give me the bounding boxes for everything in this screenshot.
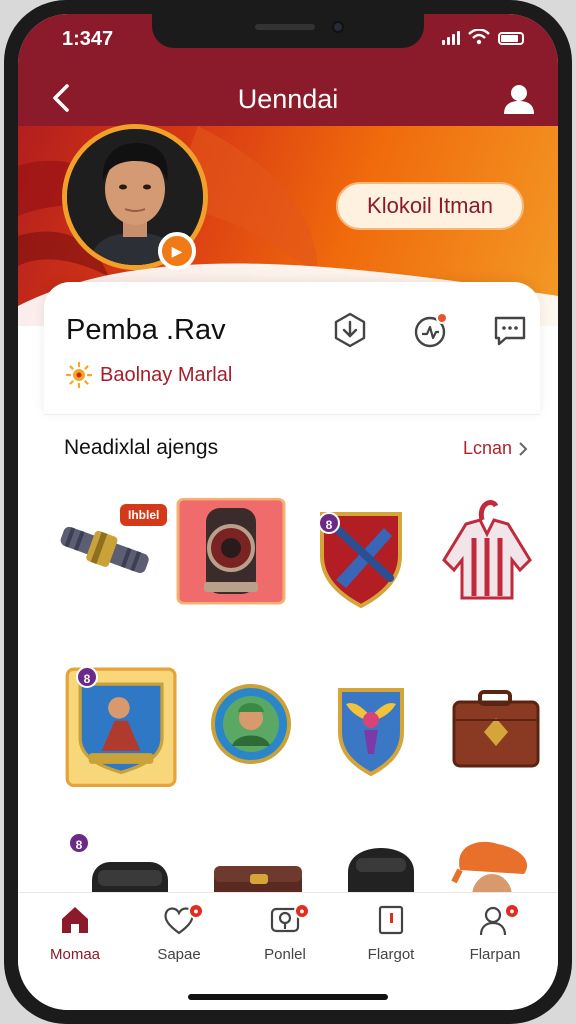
account-button[interactable] (502, 82, 536, 116)
nav-label: Sapae (157, 946, 201, 963)
user-icon (504, 85, 534, 114)
item-leather-chest[interactable] (440, 660, 550, 790)
page-title: Uenndai (237, 84, 339, 114)
item-dragon-shield[interactable]: 8 (306, 484, 416, 614)
cellular-signal-icon (442, 31, 460, 45)
speaker-grille (255, 24, 315, 30)
notifications-button[interactable] (410, 310, 450, 350)
notification-dot (436, 312, 448, 324)
app-screen: Uenndai Klokoil Itman ▶ 1:347 Pemba .Rav… (18, 14, 558, 1010)
item-mechanical-tube[interactable]: Ihblel (50, 484, 168, 614)
message-button[interactable] (490, 310, 530, 350)
nav-item-flags[interactable]: Flargot (346, 903, 436, 975)
nav-item-profile[interactable]: ● Flarpan (450, 903, 540, 975)
item-count-badge: 8 (76, 666, 98, 688)
view-all-link[interactable]: Lcnan (463, 438, 528, 459)
home-indicator[interactable] (188, 994, 388, 1000)
play-icon[interactable]: ▶ (158, 232, 196, 270)
profile-card: Pemba .Rav Baolnay Marlal (44, 282, 540, 414)
status-icons (442, 29, 524, 45)
nav-label: Flarpan (469, 946, 521, 963)
clock: 1:347 (62, 28, 114, 50)
item-armor-canister[interactable] (176, 484, 286, 614)
section-title: Neadixlal ajengs (64, 436, 219, 459)
banner-action-button[interactable]: Klokoil Itman (336, 182, 524, 230)
battery-icon (498, 32, 524, 45)
user-status: Baolnay Marlal (66, 362, 232, 388)
view-all-label: Lcnan (462, 438, 512, 458)
home-icon (62, 907, 88, 933)
nav-badge: ● (504, 903, 520, 919)
nav-item-home[interactable]: Momaa (30, 903, 120, 975)
nav-item-tools[interactable]: ● Ponlel (240, 903, 330, 975)
nav-label: Flargot (367, 946, 415, 963)
nav-item-favorites[interactable]: ● Sapae (134, 903, 224, 975)
sun-icon (66, 362, 92, 388)
item-count-badge: 8 (68, 832, 90, 854)
item-warrior-card[interactable]: 8 (60, 654, 180, 794)
nav-badge: ● (188, 903, 204, 919)
nav-badge: ● (294, 903, 310, 919)
camera-notch (152, 14, 424, 48)
status-bar: 1:347 (18, 14, 558, 60)
hexagon-badge-icon (334, 312, 366, 348)
camera-icon (332, 21, 344, 33)
wifi-icon (468, 29, 490, 45)
item-count-badge: 8 (318, 512, 340, 534)
chevron-right-icon (519, 441, 528, 456)
status-label: Baolnay Marlal (100, 363, 233, 386)
user-name: Pemba .Rav (66, 314, 226, 346)
item-red-jacket[interactable] (432, 484, 542, 614)
item-portrait-coin[interactable] (196, 660, 306, 790)
phone-frame: Uenndai Klokoil Itman ▶ 1:347 Pemba .Rav… (4, 0, 572, 1024)
flag-icon (378, 905, 404, 935)
nav-label: Momaa (49, 946, 101, 963)
item-winged-emblem[interactable] (316, 660, 426, 790)
chat-bubble-icon (494, 316, 526, 346)
profile-actions (330, 310, 530, 350)
achievement-button[interactable] (330, 310, 370, 350)
nav-label: Ponlel (264, 946, 306, 963)
card-divider (44, 414, 540, 415)
bottom-navigation: Momaa ● Sapae ● Ponlel Flargot ● Flarpan (18, 892, 558, 1010)
item-tag: Ihblel (120, 504, 168, 526)
